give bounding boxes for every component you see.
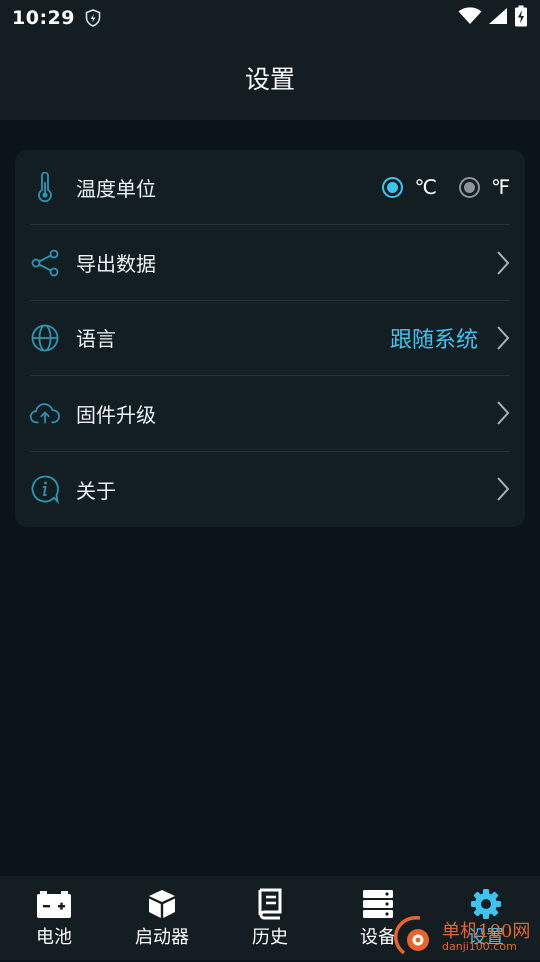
fahrenheit-option[interactable]: ℉ [458, 175, 510, 200]
celsius-radio[interactable] [382, 176, 404, 198]
settings-card: 温度单位 ℃ ℉ 导出数据 语言 跟随系统 固件升级 关于 [15, 150, 525, 527]
export-data-label: 导出数据 [76, 252, 156, 277]
nav-label-starter: 启动器 [135, 927, 189, 948]
watermark-text: 单机100网 [442, 921, 531, 942]
app-bar: 设置 [0, 36, 540, 120]
about-label: 关于 [76, 478, 116, 503]
chevron-right-icon [490, 398, 510, 428]
language-value: 跟随系统 [389, 327, 478, 353]
thermometer-icon [30, 172, 60, 203]
language-row[interactable]: 语言 跟随系统 [30, 301, 510, 377]
page-title: 设置 [244, 65, 295, 94]
globe-icon [30, 323, 60, 353]
share-icon [30, 248, 60, 278]
export-data-row[interactable]: 导出数据 [30, 225, 510, 301]
chevron-right-icon [490, 474, 510, 504]
about-row[interactable]: 关于 [30, 452, 510, 527]
watermark-logo-icon [390, 914, 436, 962]
watermark-url: danji100.com [442, 940, 517, 953]
box-icon [146, 887, 178, 921]
nav-label-battery: 电池 [36, 927, 72, 948]
cloud-upload-icon [30, 398, 60, 428]
info-icon [30, 474, 60, 505]
chevron-right-icon [490, 323, 510, 353]
celsius-label: ℃ [414, 175, 437, 200]
status-time: 10:29 [12, 7, 75, 29]
nav-label-history: 历史 [252, 927, 288, 948]
firmware-upgrade-row[interactable]: 固件升级 [30, 376, 510, 452]
celsius-option[interactable]: ℃ [382, 175, 437, 200]
status-bar: 10:29 [0, 0, 540, 36]
nav-item-history[interactable]: 历史 [216, 876, 324, 960]
history-icon [256, 887, 284, 921]
temperature-unit-row: 温度单位 ℃ ℉ [30, 150, 510, 226]
signal-icon [488, 7, 508, 29]
temperature-unit-label: 温度单位 [76, 176, 156, 201]
nav-item-starter[interactable]: 启动器 [108, 876, 216, 960]
chevron-right-icon [490, 248, 510, 278]
firmware-upgrade-label: 固件升级 [76, 402, 156, 427]
language-label: 语言 [76, 327, 116, 352]
fahrenheit-radio[interactable] [458, 176, 480, 198]
shield-icon [85, 9, 101, 27]
fahrenheit-label: ℉ [490, 175, 510, 200]
wifi-icon [458, 7, 482, 29]
temperature-unit-radio-group: ℃ ℉ [360, 175, 510, 199]
battery-icon [36, 887, 72, 921]
nav-item-battery[interactable]: 电池 [0, 876, 108, 960]
battery-charging-icon [514, 5, 528, 31]
watermark: 单机100网 danji100.com [390, 915, 540, 960]
